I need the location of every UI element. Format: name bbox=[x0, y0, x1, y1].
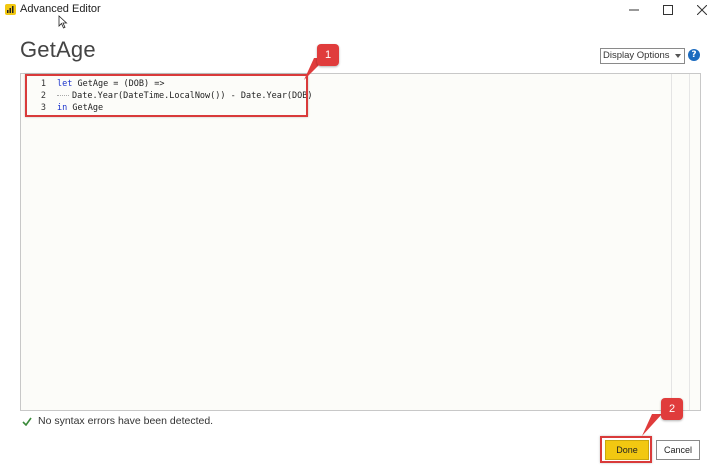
page-title: GetAge bbox=[20, 37, 96, 62]
vertical-scrollbar[interactable] bbox=[689, 74, 700, 410]
callout-badge-1: 1 bbox=[317, 44, 339, 66]
display-options-label: Display Options bbox=[603, 50, 670, 61]
mouse-cursor-icon bbox=[58, 15, 68, 29]
minimize-icon[interactable] bbox=[617, 0, 651, 20]
editor-ruler bbox=[671, 74, 672, 410]
status-bar: No syntax errors have been detected. bbox=[22, 415, 213, 427]
cancel-button[interactable]: Cancel bbox=[656, 440, 700, 460]
check-icon bbox=[22, 417, 32, 426]
line-number-gutter: 1 2 3 bbox=[21, 74, 51, 410]
status-message: No syntax errors have been detected. bbox=[38, 415, 214, 427]
callout-badge-2: 2 bbox=[661, 398, 683, 420]
window-title: Advanced Editor bbox=[20, 3, 101, 15]
power-bi-app-icon bbox=[5, 4, 16, 15]
help-icon[interactable]: ? bbox=[688, 49, 700, 61]
callout-highlight-code bbox=[25, 74, 308, 117]
close-icon[interactable] bbox=[685, 0, 719, 20]
maximize-icon[interactable] bbox=[651, 0, 685, 20]
done-button[interactable]: Done bbox=[605, 440, 649, 460]
code-editor[interactable]: 1 2 3 let GetAge = (DOB) => Date.Year(Da… bbox=[20, 73, 701, 411]
title-bar: Advanced Editor bbox=[0, 0, 720, 22]
chevron-down-icon bbox=[674, 54, 681, 58]
display-options-dropdown[interactable]: Display Options bbox=[600, 48, 685, 64]
